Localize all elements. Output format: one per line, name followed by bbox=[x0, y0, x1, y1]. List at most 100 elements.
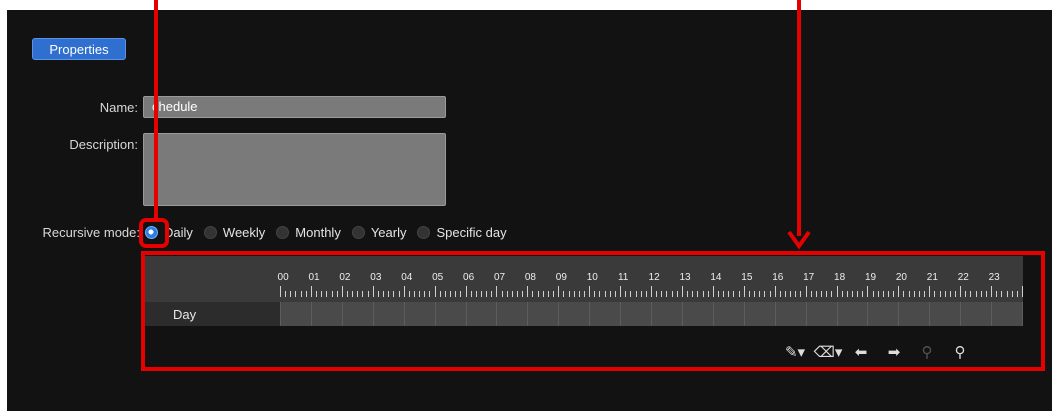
ruler-tick bbox=[970, 291, 972, 297]
ruler-tick bbox=[671, 291, 673, 297]
ruler-tick bbox=[697, 291, 699, 297]
ruler-tick bbox=[702, 291, 704, 297]
ruler-tick bbox=[728, 291, 730, 297]
hour-label: 08 bbox=[524, 272, 536, 283]
hour-label: 06 bbox=[463, 272, 475, 283]
ruler-tick bbox=[573, 291, 575, 297]
grid-line bbox=[805, 302, 807, 326]
ruler-tick bbox=[707, 291, 709, 297]
hour-label: 11 bbox=[617, 272, 629, 283]
ruler-tick bbox=[424, 291, 426, 297]
recursive-mode-label: Recursive mode: bbox=[42, 225, 140, 240]
ruler-tick bbox=[486, 291, 488, 297]
ruler-tick bbox=[341, 286, 343, 297]
ruler-tick bbox=[450, 291, 452, 297]
hour-label: 14 bbox=[710, 272, 722, 283]
ruler-tick bbox=[553, 291, 555, 297]
schedule-timeline[interactable]: 00 01 02 03 04 05 06 07 08 09 10 11 12 13 14 15 16 17 18 19… bbox=[145, 256, 1023, 326]
ruler-tick bbox=[506, 291, 508, 297]
ruler-tick bbox=[908, 291, 910, 297]
pencil-dropdown-icon[interactable]: ✎▾ bbox=[783, 341, 807, 363]
ruler-tick bbox=[517, 291, 519, 297]
ruler-tick bbox=[712, 286, 714, 297]
ruler-tick bbox=[532, 291, 534, 297]
zoom-in-icon[interactable]: ⚲ bbox=[948, 341, 972, 363]
ruler-tick bbox=[934, 291, 936, 297]
ruler-tick bbox=[388, 291, 390, 297]
radio-yearly[interactable]: Yearly bbox=[351, 224, 407, 240]
ruler-tick bbox=[321, 291, 323, 297]
ruler-tick bbox=[877, 291, 879, 297]
radio-weekly-label: Weekly bbox=[222, 224, 266, 240]
ruler-tick bbox=[754, 291, 756, 297]
grid-line bbox=[774, 302, 776, 326]
eraser-dropdown-icon[interactable]: ⌫▾ bbox=[814, 341, 843, 363]
radio-unselected-icon bbox=[203, 225, 217, 239]
ruler-tick bbox=[589, 286, 591, 297]
day-row: Day bbox=[145, 302, 1023, 326]
ruler-tick bbox=[784, 291, 786, 297]
ruler-tick bbox=[584, 291, 585, 297]
name-input[interactable]: chedule bbox=[143, 96, 446, 118]
ruler-tick bbox=[470, 291, 472, 297]
hour-label: 02 bbox=[339, 272, 351, 283]
radio-unselected-icon bbox=[417, 225, 431, 239]
grid-line bbox=[465, 302, 467, 326]
radio-yearly-label: Yearly bbox=[370, 224, 407, 240]
ruler-tick bbox=[1006, 291, 1008, 297]
ruler-tick bbox=[893, 291, 895, 297]
hour-label: 05 bbox=[432, 272, 444, 283]
radio-monthly-label: Monthly bbox=[295, 224, 341, 240]
radio-daily[interactable]: Daily bbox=[145, 225, 193, 240]
ruler-tick bbox=[362, 291, 364, 297]
ruler-tick bbox=[635, 291, 637, 297]
grid-line bbox=[1022, 302, 1023, 326]
ruler-tick bbox=[769, 291, 771, 297]
day-row-label: Day bbox=[173, 307, 197, 322]
ruler-tick bbox=[985, 291, 987, 297]
description-input[interactable] bbox=[143, 133, 446, 206]
hour-label: 20 bbox=[895, 272, 907, 283]
day-time-grid[interactable] bbox=[280, 302, 1023, 326]
ruler-tick bbox=[305, 291, 307, 297]
grid-line bbox=[712, 302, 714, 326]
ruler-tick bbox=[903, 291, 905, 297]
ruler-tick bbox=[383, 291, 385, 297]
ruler-tick bbox=[692, 291, 694, 297]
timeline-toolbar: ✎▾ ⌫▾ ⬅ ➡ ⚲ ⚲ bbox=[783, 340, 972, 364]
hour-ruler bbox=[280, 286, 1023, 297]
ruler-tick bbox=[496, 286, 498, 297]
ruler-tick bbox=[661, 291, 663, 297]
ruler-tick bbox=[480, 291, 482, 297]
ruler-tick bbox=[563, 291, 565, 297]
arrow-right-icon[interactable]: ➡ bbox=[882, 341, 906, 363]
zoom-out-icon[interactable]: ⚲ bbox=[915, 341, 939, 363]
ruler-tick bbox=[918, 291, 920, 297]
radio-monthly[interactable]: Monthly bbox=[276, 225, 341, 240]
ruler-tick bbox=[651, 286, 652, 297]
grid-line bbox=[434, 302, 436, 326]
ruler-tick bbox=[841, 291, 843, 297]
ruler-tick bbox=[857, 291, 859, 297]
ruler-tick bbox=[991, 286, 993, 297]
hour-label: 21 bbox=[926, 272, 938, 283]
ruler-tick bbox=[821, 291, 823, 297]
ruler-tick bbox=[1022, 286, 1023, 297]
ruler-tick bbox=[331, 291, 333, 297]
hour-label: 01 bbox=[308, 272, 320, 283]
arrow-left-icon[interactable]: ⬅ bbox=[849, 341, 873, 363]
ruler-tick bbox=[759, 291, 761, 297]
hour-label: 07 bbox=[493, 272, 506, 283]
hour-label: 16 bbox=[772, 272, 784, 283]
name-label: Name: bbox=[99, 100, 138, 115]
grid-line bbox=[403, 302, 405, 326]
ruler-tick bbox=[795, 291, 797, 297]
hour-label: 04 bbox=[401, 272, 413, 283]
ruler-tick bbox=[733, 291, 735, 297]
grid-line bbox=[496, 302, 498, 326]
ruler-tick bbox=[944, 291, 946, 297]
ruler-tick bbox=[1001, 291, 1003, 297]
properties-tab[interactable]: Properties bbox=[32, 38, 126, 60]
radio-weekly[interactable]: Weekly bbox=[203, 224, 266, 240]
radio-specific-day[interactable]: Specific day bbox=[417, 225, 507, 240]
